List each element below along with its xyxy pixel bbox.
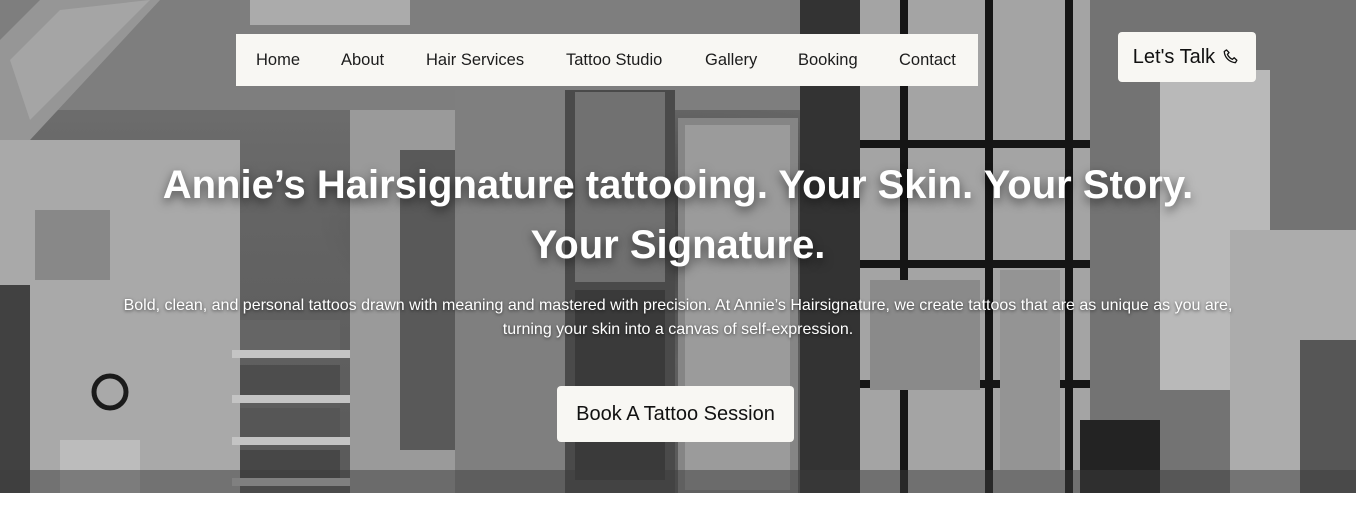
hero-subtext-line2: turning your skin into a canvas of self-…	[502, 321, 854, 338]
hero-headline-line1: Annie’s Hairsignature tattooing. Your Sk…	[162, 163, 1194, 207]
hero-headline-line2: Your Signature.	[530, 223, 826, 267]
hero-section: Home About Hair Services Tattoo Studio G…	[0, 0, 1356, 493]
lets-talk-button[interactable]: Let's Talk	[1118, 32, 1256, 82]
nav-item-home[interactable]: Home	[256, 51, 300, 70]
nav-item-hair-services[interactable]: Hair Services	[426, 51, 524, 70]
nav-item-tattoo-studio[interactable]: Tattoo Studio	[566, 51, 662, 70]
hero-headline: Annie’s Hairsignature tattooing. Your Sk…	[60, 155, 1296, 275]
nav-item-gallery[interactable]: Gallery	[705, 51, 757, 70]
nav-item-contact[interactable]: Contact	[899, 51, 956, 70]
hero-subtext-line1: Bold, clean, and personal tattoos drawn …	[123, 297, 1233, 314]
main-nav: Home About Hair Services Tattoo Studio G…	[236, 34, 978, 86]
lets-talk-label: Let's Talk	[1132, 45, 1216, 68]
nav-item-about[interactable]: About	[341, 51, 384, 70]
nav-item-booking[interactable]: Booking	[798, 51, 858, 70]
phone-icon	[1223, 49, 1238, 64]
hero-subtext: Bold, clean, and personal tattoos drawn …	[78, 294, 1278, 342]
book-tattoo-session-button[interactable]: Book A Tattoo Session	[557, 386, 794, 442]
